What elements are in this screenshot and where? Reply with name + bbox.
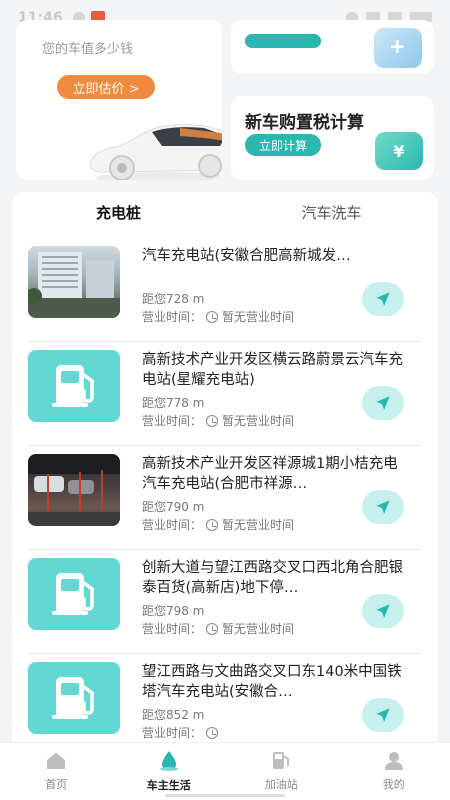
- user-icon: [384, 752, 403, 770]
- station-list-item[interactable]: 高新技术产业开发区祥源城1期小桔充电汽车充电站(合肥市祥源… 距您790 m 营…: [28, 446, 422, 550]
- charging-pump-icon: [52, 677, 94, 719]
- station-name: 创新大道与望江西路交叉口西北角合肥银泰百货(高新店)地下停…: [142, 560, 403, 596]
- station-hours: 营业时间：: [142, 724, 222, 741]
- navigate-arrow-icon: [376, 708, 390, 722]
- navigate-button[interactable]: [362, 698, 404, 732]
- calculate-now-button[interactable]: 立即计算: [245, 134, 321, 156]
- station-distance: 距您778 m: [142, 396, 205, 410]
- nav-label: 加油站: [264, 778, 298, 791]
- clock-icon: [206, 622, 219, 635]
- navigate-button[interactable]: [362, 594, 404, 628]
- charging-pump-icon: [52, 573, 94, 615]
- hours-label: 营业时间：: [142, 414, 203, 428]
- nav-label: 首页: [45, 778, 68, 791]
- fuel-pump-thumbnail: [28, 558, 120, 630]
- station-name: 高新技术产业开发区横云路蔚景云汽车充电站(星耀充电站): [142, 352, 403, 388]
- clock-icon: [206, 518, 219, 531]
- clock-icon: [206, 310, 219, 323]
- station-hours: 营业时间： 暂无营业时间: [142, 516, 294, 533]
- top-right-feature-card[interactable]: [231, 20, 434, 74]
- navigate-arrow-icon: [376, 604, 390, 618]
- station-list-item[interactable]: 汽车充电站(安徽合肥高新城发… 距您728 m 营业时间： 暂无营业时间: [28, 238, 422, 342]
- clock-icon: [206, 726, 219, 739]
- tab-charging-station[interactable]: 充电桩: [12, 192, 225, 232]
- bottom-navigation: 首页 车主生活 加油站 我的: [0, 742, 450, 800]
- navigate-arrow-icon: [376, 500, 390, 514]
- station-distance: 距您852 m: [142, 708, 205, 722]
- station-list-item[interactable]: 高新技术产业开发区横云路蔚景云汽车充电站(星耀充电站) 距您778 m 营业时间…: [28, 342, 422, 446]
- navigate-button[interactable]: [362, 386, 404, 420]
- home-indicator: [165, 794, 285, 797]
- drop-icon: [159, 751, 178, 771]
- station-distance: 距您728 m: [142, 292, 205, 306]
- nav-car-owner-life[interactable]: 车主生活: [113, 743, 226, 800]
- station-hours: 营业时间： 暂无营业时间: [142, 412, 294, 429]
- car-valuation-card[interactable]: 您的车值多少钱 立即估价 >: [16, 20, 222, 180]
- nav-label: 我的: [382, 778, 405, 791]
- service-list-panel: 充电桩 汽车洗车 汽车充电站(安徽合肥高新城发… 距您728 m 营业时间： 暂…: [12, 192, 438, 752]
- station-photo: [28, 246, 120, 318]
- nav-mine[interactable]: 我的: [338, 743, 450, 800]
- station-name: 高新技术产业开发区祥源城1期小桔充电汽车充电站(合肥市祥源…: [142, 456, 398, 492]
- fuel-pump-thumbnail: [28, 662, 120, 734]
- service-tabs: 充电桩 汽车洗车: [12, 192, 438, 232]
- yuan-coin-icon: ¥: [375, 132, 423, 170]
- estimate-now-button[interactable]: 立即估价 >: [57, 75, 155, 99]
- hours-label: 营业时间：: [142, 622, 203, 636]
- hours-label: 营业时间：: [142, 518, 203, 532]
- hours-value: 暂无营业时间: [222, 414, 295, 428]
- hours-label: 营业时间：: [142, 310, 203, 324]
- hours-value: 暂无营业时间: [222, 518, 295, 532]
- station-list-item[interactable]: 望江西路与文曲路交叉口东140米中国铁塔汽车充电站(安徽合… 距您852 m 营…: [28, 654, 422, 752]
- navigate-arrow-icon: [376, 292, 390, 306]
- fuel-pump-icon: [273, 752, 290, 769]
- charging-pump-icon: [52, 365, 94, 407]
- nav-home[interactable]: 首页: [0, 743, 113, 800]
- hours-value: 暂无营业时间: [222, 622, 295, 636]
- nav-label: 车主生活: [146, 779, 191, 792]
- feature-button[interactable]: [245, 34, 321, 48]
- station-list-item[interactable]: 创新大道与望江西路交叉口西北角合肥银泰百货(高新店)地下停… 距您798 m 营…: [28, 550, 422, 654]
- navigate-button[interactable]: [362, 490, 404, 524]
- navigate-button[interactable]: [362, 282, 404, 316]
- hours-label: 营业时间：: [142, 726, 203, 740]
- station-name: 汽车充电站(安徽合肥高新城发…: [142, 248, 351, 264]
- station-distance: 距您798 m: [142, 604, 205, 618]
- purchase-tax-card[interactable]: 新车购置税计算 立即计算 ¥: [231, 96, 434, 180]
- fuel-pump-thumbnail: [28, 350, 120, 422]
- station-hours: 营业时间： 暂无营业时间: [142, 620, 294, 637]
- tab-car-wash[interactable]: 汽车洗车: [225, 192, 438, 232]
- clock-icon: [206, 414, 219, 427]
- station-distance: 距您790 m: [142, 500, 205, 514]
- home-icon: [47, 753, 66, 769]
- hours-value: 暂无营业时间: [222, 310, 295, 324]
- valuation-subtitle: 您的车值多少钱: [42, 42, 134, 57]
- purchase-tax-title: 新车购置税计算: [245, 113, 364, 133]
- station-hours: 营业时间： 暂无营业时间: [142, 308, 294, 325]
- station-photo: [28, 454, 120, 526]
- station-name: 望江西路与文曲路交叉口东140米中国铁塔汽车充电站(安徽合…: [142, 664, 402, 700]
- navigate-arrow-icon: [376, 396, 390, 410]
- car-illustration: [89, 124, 222, 180]
- nav-gas-station[interactable]: 加油站: [225, 743, 338, 800]
- feature-illustration: [374, 28, 422, 68]
